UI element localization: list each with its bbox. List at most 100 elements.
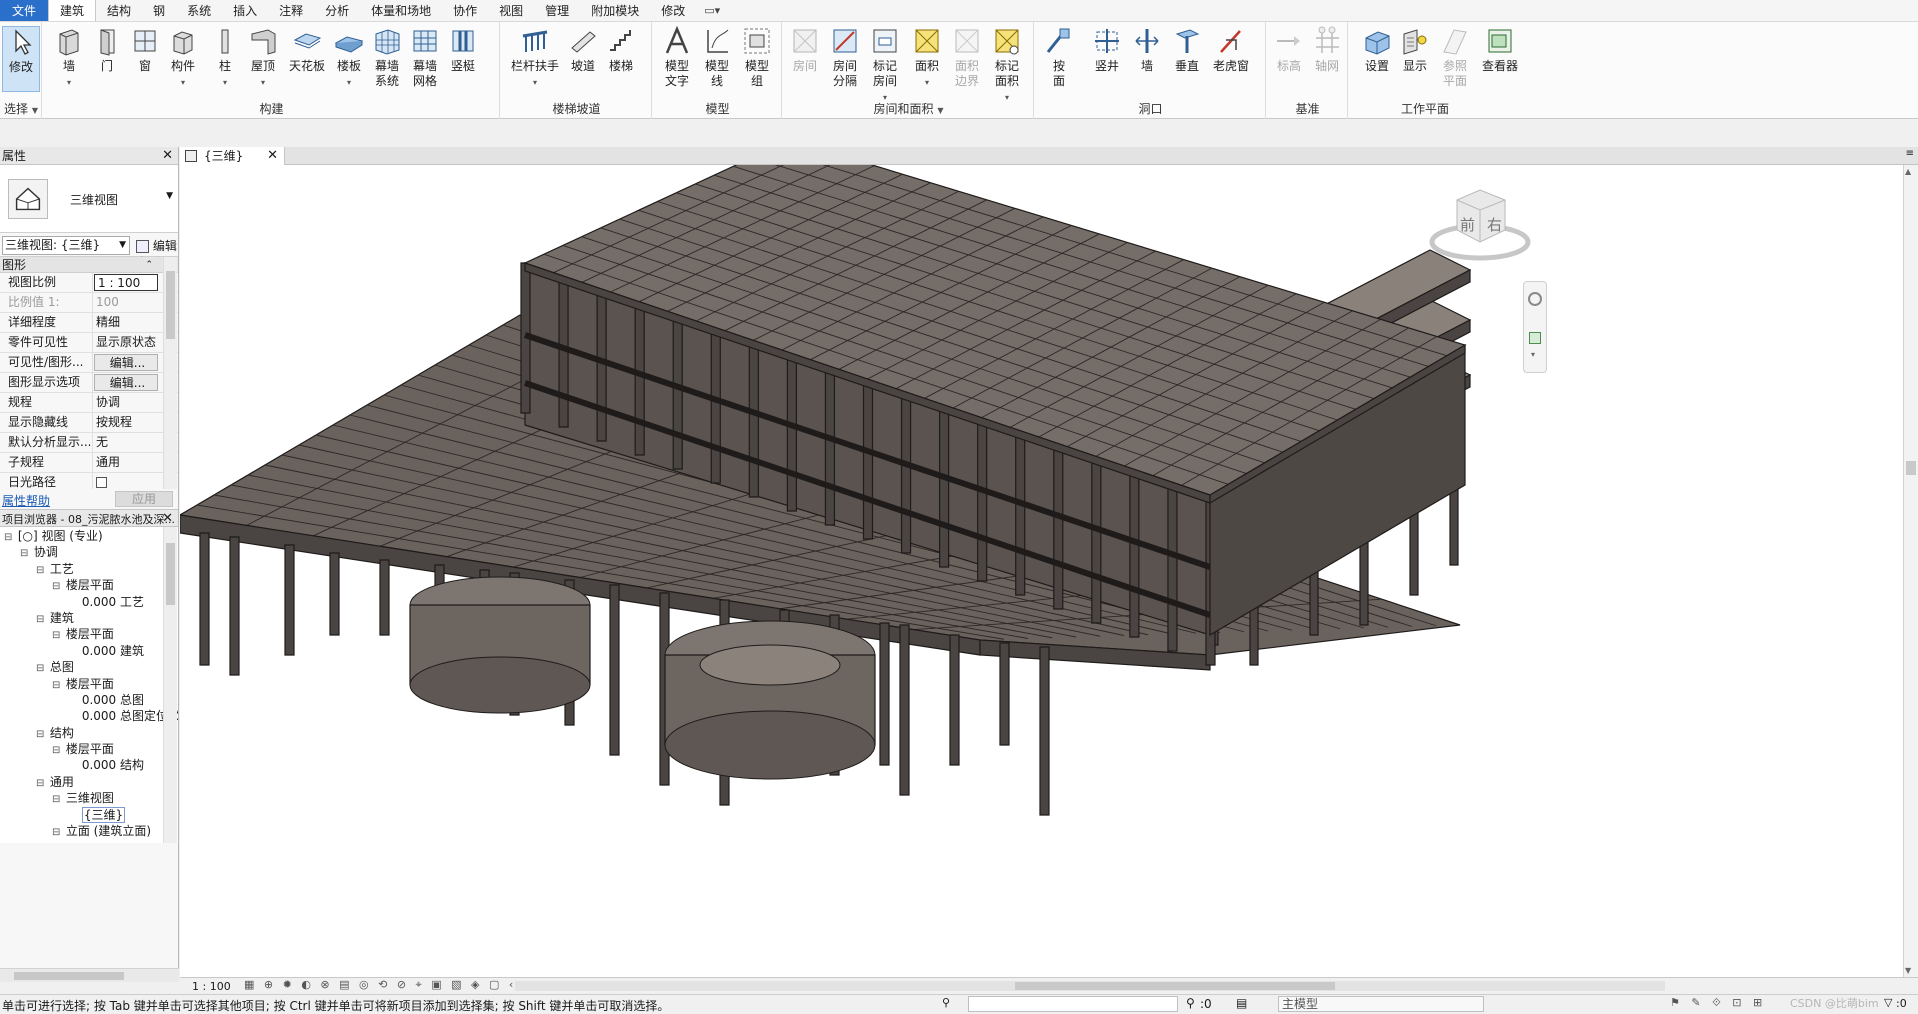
apply-button[interactable]: 应用 [115, 491, 173, 507]
chevron-down-icon[interactable]: ▾ [1531, 350, 1535, 359]
view-scrollbar[interactable]: ▲ ▼ [1903, 165, 1918, 977]
grid-button[interactable]: 轴网 [1308, 26, 1346, 74]
filter-icon[interactable]: ▽ [1884, 996, 1892, 1009]
menu-structure[interactable]: 结构 [96, 0, 142, 21]
steering-wheel-icon[interactable] [1528, 292, 1542, 306]
tree-node[interactable]: 0.000 工艺 [0, 594, 178, 610]
model-line-button[interactable]: 模型线 [698, 26, 736, 89]
modify-button[interactable]: 修改 [2, 26, 40, 92]
window-button[interactable]: 窗 [126, 26, 164, 74]
scale-label[interactable]: 1 : 100 [192, 980, 231, 993]
stair-button[interactable]: 楼梯 [602, 26, 640, 74]
wall-opening-button[interactable]: 墙 [1128, 26, 1166, 74]
floor-button[interactable]: 楼板 ▾ [330, 26, 368, 90]
menu-modify[interactable]: 修改 [650, 0, 696, 21]
tab-3d-view[interactable]: {三维} ✕ [180, 147, 285, 165]
ref-plane-button[interactable]: 参照平面 [1436, 26, 1474, 89]
ramp-button[interactable]: 坡道 [564, 26, 602, 74]
menu-manage[interactable]: 管理 [534, 0, 580, 21]
tree-node[interactable]: 0.000 结构 [0, 757, 178, 773]
curtain-grid-button[interactable]: 幕墙网格 [406, 26, 444, 89]
set-workplane-button[interactable]: 设置 [1358, 26, 1396, 74]
tab-menu-icon[interactable]: ≡ [1906, 148, 1914, 159]
tree-node[interactable]: ⊟ 楼层平面 [0, 577, 178, 593]
railing-button[interactable]: 栏杆扶手 ▾ [510, 26, 560, 90]
by-face-button[interactable]: 按面 [1040, 26, 1078, 89]
design-options-icon[interactable]: ⚲ [1186, 996, 1195, 1010]
dormer-button[interactable]: 老虎窗 [1208, 26, 1254, 74]
menu-file[interactable]: 文件 [0, 0, 49, 21]
tree-node[interactable]: ⊟ 楼层平面 [0, 676, 178, 692]
building-model[interactable] [178, 139, 1903, 977]
room-separator-button[interactable]: 房间分隔 [826, 26, 864, 89]
property-row[interactable]: 默认分析显示... 无 [0, 433, 178, 453]
mullion-button[interactable]: 竖梃 [444, 26, 482, 74]
tree-node[interactable]: ⊟ 结构 [0, 725, 178, 741]
view-instance-select[interactable]: 三维视图: {三维} ▼ [2, 236, 130, 255]
property-value[interactable] [93, 473, 160, 489]
tree-node[interactable]: {三维} [0, 806, 178, 823]
shaft-button[interactable]: 竖井 [1088, 26, 1126, 74]
property-row[interactable]: 零件可见性 显示原状态 [0, 333, 178, 353]
tree-node[interactable]: ⊟ 建筑 [0, 610, 178, 626]
tree-node[interactable]: 0.000 建筑 [0, 643, 178, 659]
door-button[interactable]: 门 [88, 26, 126, 74]
menu-collaborate[interactable]: 协作 [442, 0, 488, 21]
property-row[interactable]: 可见性/图形... 编辑... [0, 353, 178, 373]
tree-node[interactable]: ⊟ 通用 [0, 774, 178, 790]
component-button[interactable]: 构件 ▾ [164, 26, 202, 90]
menu-architecture[interactable]: 建筑 [48, 0, 97, 21]
level-button[interactable]: 标高 [1270, 26, 1308, 74]
design-option-select[interactable]: 主模型 [1278, 996, 1484, 1012]
type-selector[interactable]: 三维视图 ▼ [0, 165, 178, 233]
ceiling-button[interactable]: 天花板 [284, 26, 330, 74]
tree-node[interactable]: ⊟ 楼层平面 [0, 626, 178, 642]
panel-toggle-icon[interactable]: ▭▾ [696, 0, 728, 21]
close-icon[interactable]: ✕ [162, 147, 173, 165]
tree-node[interactable]: ⊟ 协调 [0, 544, 178, 560]
status-tool-icons[interactable]: ⚑ ✎ ⟐ ⊡ ⊞ [1670, 996, 1766, 1010]
property-row[interactable]: 图形显示选项 编辑... [0, 373, 178, 393]
area-boundary-button[interactable]: 面积边界 [948, 26, 986, 89]
menu-systems[interactable]: 系统 [176, 0, 222, 21]
tree-node[interactable]: ⊟ 总图 [0, 659, 178, 675]
tree-node[interactable]: ⊟ [○] 视图 (专业) [0, 528, 178, 544]
menu-annotate[interactable]: 注释 [268, 0, 314, 21]
edit-button[interactable]: 编辑... [94, 354, 158, 371]
model-text-button[interactable]: 模型文字 [658, 26, 696, 89]
property-row[interactable]: 视图比例 1 : 100 [0, 273, 178, 293]
design-option-icon[interactable]: ▤ [1236, 996, 1247, 1010]
tree-node[interactable]: 0.000 总图 [0, 692, 178, 708]
viewcube[interactable]: 前 右 [1425, 180, 1535, 270]
edit-button[interactable]: 编辑... [94, 374, 158, 391]
menu-insert[interactable]: 插入 [222, 0, 268, 21]
area-button[interactable]: 面积 ▾ [908, 26, 946, 90]
property-row[interactable]: 规程 协调 [0, 393, 178, 413]
checkbox[interactable] [96, 477, 107, 488]
tag-room-button[interactable]: 标记房间 ▾ [866, 26, 904, 105]
column-button[interactable]: 柱 ▾ [206, 26, 244, 90]
tree-node[interactable]: ⊟ 三维视图 [0, 790, 178, 806]
zoom-icon[interactable] [1529, 332, 1541, 344]
browser-scrollbar[interactable] [163, 527, 177, 843]
property-row[interactable]: 日光路径 [0, 473, 178, 489]
select-panel-title[interactable]: 选择 ▼ [0, 100, 41, 117]
tree-node[interactable]: 0.000 总图定位_久 [0, 708, 178, 724]
tag-area-button[interactable]: 标记面积 ▾ [988, 26, 1026, 105]
curtain-system-button[interactable]: 幕墙系统 [368, 26, 406, 89]
close-icon[interactable]: ✕ [162, 510, 173, 528]
horizontal-scrollbar[interactable] [515, 981, 1665, 991]
tree-node[interactable]: ⊟ 楼层平面 [0, 741, 178, 757]
collapse-icon[interactable]: ⊟ [52, 825, 62, 841]
menu-view[interactable]: 视图 [488, 0, 534, 21]
view-tools-icons[interactable]: ▦ ⊕ ✹ ◐ ⊗ ▤ ◎ ⟲ ⊘ ⌖ ▣ ▧ ◈ ▢ ‹ [244, 978, 516, 992]
tree-node[interactable]: ⊟ 工艺 [0, 561, 178, 577]
property-row[interactable]: 比例值 1: 100 [0, 293, 178, 313]
viewer-button[interactable]: 查看器 [1476, 26, 1524, 74]
show-workplane-button[interactable]: 显示 [1396, 26, 1434, 74]
model-group-button[interactable]: 模型组 [738, 26, 776, 89]
viewcube-front-face[interactable]: 前 [1460, 214, 1475, 235]
properties-scrollbar[interactable] [163, 257, 177, 489]
workset-select[interactable] [968, 996, 1178, 1012]
menu-steel[interactable]: 钢 [142, 0, 176, 21]
